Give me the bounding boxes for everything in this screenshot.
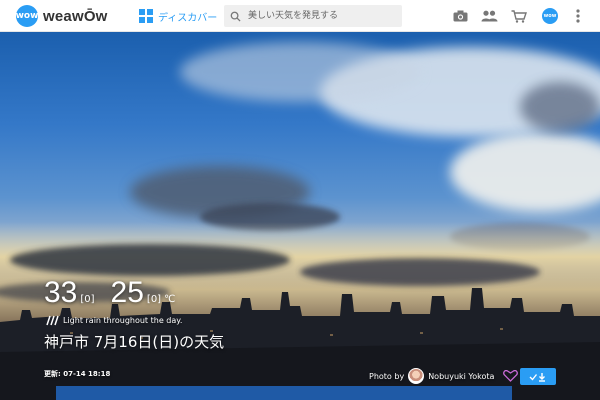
camera-button[interactable] bbox=[451, 7, 469, 25]
search-input[interactable] bbox=[246, 10, 400, 22]
updated-timestamp: 更新: 07-14 18:18 bbox=[44, 370, 111, 378]
more-button[interactable] bbox=[569, 7, 587, 25]
city-date-title: 神戸市 7月16日(日)の天気 bbox=[44, 333, 225, 351]
people-button[interactable] bbox=[480, 7, 498, 25]
rain-icon bbox=[46, 315, 59, 326]
temperature-readout: 33 [0] 25 [0] ℃ bbox=[44, 276, 175, 310]
high-temp: 33 bbox=[44, 276, 78, 309]
like-button[interactable] bbox=[502, 369, 518, 383]
download-icon bbox=[529, 372, 545, 382]
camera-icon bbox=[453, 10, 467, 22]
photo-credit-prefix: Photo by bbox=[369, 371, 405, 381]
discover-label: ディスカバー bbox=[158, 12, 218, 24]
photo-credit: Photo by Nobuyuki Yokota bbox=[369, 368, 518, 384]
heart-icon bbox=[503, 370, 518, 382]
download-button[interactable] bbox=[520, 368, 556, 385]
temp-unit: ℃ bbox=[164, 294, 176, 305]
wow-logo-icon: wow bbox=[16, 5, 38, 27]
logo-text: weawŌw bbox=[43, 7, 108, 25]
people-icon bbox=[481, 10, 497, 22]
search-box[interactable] bbox=[224, 5, 402, 27]
condition-text: Light rain throughout the day. bbox=[63, 316, 183, 325]
top-bar: wow weawŌw ディスカバー 美しい天気を発見する wow bbox=[0, 0, 600, 32]
cart-button[interactable] bbox=[510, 7, 528, 25]
low-temp: 25 bbox=[110, 276, 144, 309]
more-icon bbox=[576, 9, 580, 23]
hero-photo: 33 [0] 25 [0] ℃ Light rain throughout th… bbox=[0, 32, 600, 400]
low-temp-diff: [0] bbox=[146, 294, 162, 305]
discover-link[interactable]: ディスカバー bbox=[139, 7, 217, 25]
weather-condition: Light rain throughout the day. bbox=[46, 315, 182, 326]
high-temp-diff: [0] bbox=[80, 294, 95, 305]
search-icon bbox=[230, 11, 241, 22]
grid-icon bbox=[139, 9, 153, 23]
bottom-strip bbox=[56, 386, 512, 400]
logo[interactable]: wow weawŌw bbox=[16, 4, 108, 28]
user-avatar[interactable]: wow bbox=[542, 8, 558, 24]
photographer-avatar[interactable] bbox=[408, 368, 425, 384]
photographer-name[interactable]: Nobuyuki Yokota bbox=[428, 372, 494, 381]
cart-icon bbox=[511, 9, 527, 23]
